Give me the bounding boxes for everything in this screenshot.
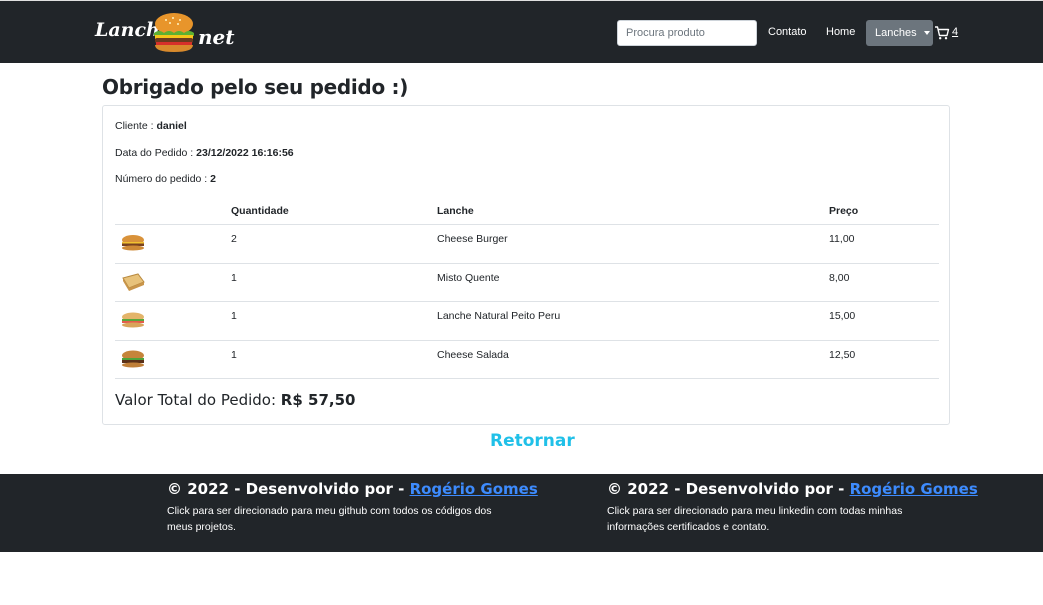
footer-prefix: © 2022 - Desenvolvido por -	[607, 480, 850, 498]
total-value: R$ 57,50	[280, 391, 356, 409]
brand-logo[interactable]: Lancho net	[95, 11, 235, 55]
lanche-natural-image	[122, 312, 144, 328]
row-name: Misto Quente	[437, 271, 500, 284]
row-qty: 1	[231, 348, 237, 361]
order-table: Quantidade Lanche Preço 2 Cheese Burger …	[115, 198, 939, 379]
data-pedido-info: Data do Pedido : 23/12/2022 16:16:56	[115, 147, 294, 159]
table-header: Quantidade Lanche Preço	[115, 198, 939, 225]
shopping-cart-icon[interactable]	[934, 25, 950, 41]
footer: © 2022 - Desenvolvido por - Rogério Gome…	[0, 474, 1043, 552]
data-label: Data do Pedido :	[115, 147, 197, 159]
footer-github-description: Click para ser direcionado para meu gith…	[167, 505, 492, 533]
numero-label: Número do pedido :	[115, 173, 211, 185]
caret-down-icon	[923, 31, 930, 35]
row-price: 8,00	[829, 271, 850, 284]
nav-link-home[interactable]: Home	[826, 26, 855, 38]
footer-linkedin-section: © 2022 - Desenvolvido por - Rogério Gome…	[607, 480, 978, 535]
order-card: Cliente : daniel Data do Pedido : 23/12/…	[102, 105, 950, 425]
header-quantidade: Quantidade	[231, 205, 289, 217]
cliente-label: Cliente :	[115, 120, 157, 132]
table-row: 1 Misto Quente 8,00	[115, 264, 939, 302]
cart-count[interactable]: 4	[952, 26, 958, 38]
search-input[interactable]	[617, 20, 757, 46]
cliente-info: Cliente : daniel	[115, 120, 187, 132]
table-row: 1 Lanche Natural Peito Peru 15,00	[115, 302, 939, 341]
table-row: 2 Cheese Burger 11,00	[115, 225, 939, 264]
header-preco: Preço	[829, 205, 859, 217]
row-qty: 1	[231, 310, 237, 322]
lanches-dropdown-button[interactable]: Lanches	[866, 20, 933, 46]
table-row: 1 Cheese Salada 12,50	[115, 341, 939, 379]
data-value: 23/12/2022 16:16:56	[196, 147, 294, 159]
row-qty: 2	[231, 233, 237, 245]
navbar: Lancho net Contato Home Lanches 4	[0, 0, 1043, 63]
nav-link-contato[interactable]: Contato	[768, 26, 807, 38]
brand-text-right: net	[198, 25, 235, 49]
footer-github-section: © 2022 - Desenvolvido por - Rogério Gome…	[167, 480, 538, 535]
order-total: Valor Total do Pedido: R$ 57,50	[115, 391, 355, 409]
total-label: Valor Total do Pedido:	[115, 391, 281, 409]
cheese-salada-image	[122, 350, 144, 367]
github-link[interactable]: Rogério Gomes	[410, 480, 538, 498]
misto-quente-image	[122, 272, 145, 291]
row-name: Cheese Burger	[437, 233, 508, 245]
cheese-burger-image	[122, 235, 144, 251]
footer-linkedin-description: Click para ser direcionado para meu link…	[607, 505, 903, 533]
numero-value: 2	[210, 173, 216, 185]
footer-prefix: © 2022 - Desenvolvido por -	[167, 480, 410, 498]
footer-github-heading: © 2022 - Desenvolvido por - Rogério Gome…	[167, 480, 538, 498]
row-price: 12,50	[829, 348, 856, 361]
burger-logo-icon	[154, 13, 194, 52]
footer-linkedin-heading: © 2022 - Desenvolvido por - Rogério Gome…	[607, 480, 978, 498]
lanches-dropdown-label: Lanches	[875, 27, 917, 39]
linkedin-link[interactable]: Rogério Gomes	[850, 480, 978, 498]
page-title: Obrigado pelo seu pedido :)	[102, 75, 409, 99]
row-name: Lanche Natural Peito Peru	[437, 310, 561, 322]
row-price: 11,00	[829, 233, 855, 245]
cliente-value: daniel	[156, 120, 187, 132]
row-price: 15,00	[829, 310, 856, 322]
numero-pedido-info: Número do pedido : 2	[115, 173, 216, 185]
row-qty: 1	[231, 271, 237, 284]
header-lanche: Lanche	[437, 205, 474, 217]
retornar-link[interactable]: Retornar	[490, 431, 575, 451]
row-name: Cheese Salada	[437, 348, 509, 361]
